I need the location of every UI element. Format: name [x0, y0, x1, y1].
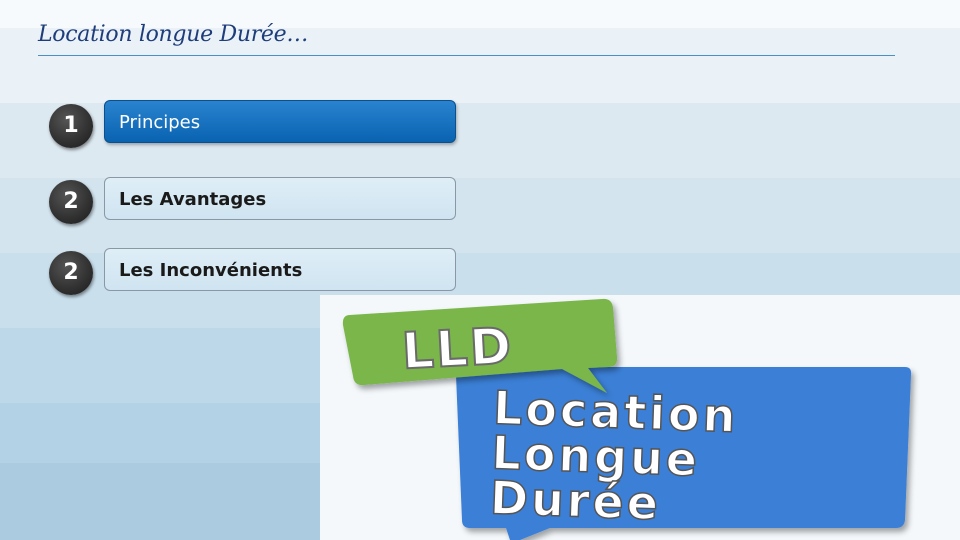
title-underline	[38, 55, 895, 56]
menu-item-principes[interactable]: Principes	[104, 100, 456, 143]
step-number-3: 2	[49, 251, 93, 295]
menu-item-avantages[interactable]: Les Avantages	[104, 177, 456, 220]
step-number-1: 1	[49, 104, 93, 148]
lld-illustration: LLD Location Longue Durée	[320, 295, 960, 540]
slide-title: Location longue Durée…	[38, 22, 309, 47]
menu-item-inconvenients[interactable]: Les Inconvénients	[104, 248, 456, 291]
lld-logo-text: LLD	[400, 317, 514, 381]
image-text-duree: Durée	[489, 470, 662, 530]
lld-illustration-graphic: LLD Location Longue Durée	[342, 298, 912, 540]
step-number-2: 2	[49, 180, 93, 224]
